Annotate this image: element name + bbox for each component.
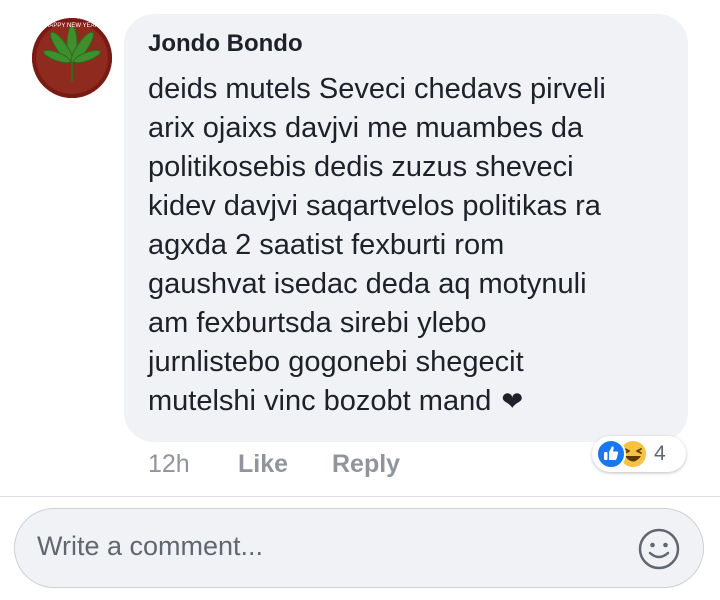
- comment-line: mutelshi vinc bozobt mand: [148, 385, 492, 417]
- reply-button[interactable]: Reply: [332, 450, 400, 479]
- comment-line: arix ojaixs davjvi me muambes da: [148, 112, 584, 144]
- comment-line: am fexburtsda sirebi ylebo: [148, 307, 487, 339]
- comment-author[interactable]: Jondo Bondo: [148, 30, 303, 58]
- reaction-count: 4: [654, 442, 666, 465]
- comment-input[interactable]: [37, 531, 597, 562]
- comment-text: deids mutels Seveci chedavs pirveli arix…: [148, 70, 668, 421]
- smiley-icon[interactable]: [637, 527, 681, 571]
- cannabis-leaf-avatar-icon: HAPPY NEW YEAR: [32, 18, 112, 98]
- like-button[interactable]: Like: [238, 450, 288, 479]
- avatar-caption: HAPPY NEW YEAR: [45, 23, 99, 29]
- divider: [0, 496, 720, 497]
- heart-icon: ❤: [501, 386, 524, 416]
- comment-line: deids mutels Seveci chedavs pirveli: [148, 73, 606, 105]
- comment-line: agxda 2 saatist fexburti rom: [148, 229, 505, 261]
- comment-line: politikosebis dedis zuzus sheveci: [148, 151, 574, 183]
- comment-line: jurnlistebo gogonebi shegecit: [148, 346, 524, 378]
- comment-composer[interactable]: [14, 508, 704, 588]
- reactions-summary[interactable]: 4: [592, 436, 686, 472]
- comment-timestamp[interactable]: 12h: [148, 450, 190, 479]
- comment-line: kidev davjvi saqartvelos politikas ra: [148, 190, 601, 222]
- like-reaction-icon: [596, 439, 626, 469]
- avatar[interactable]: HAPPY NEW YEAR: [32, 18, 112, 98]
- comment-line: gaushvat isedac deda aq motynuli: [148, 268, 587, 300]
